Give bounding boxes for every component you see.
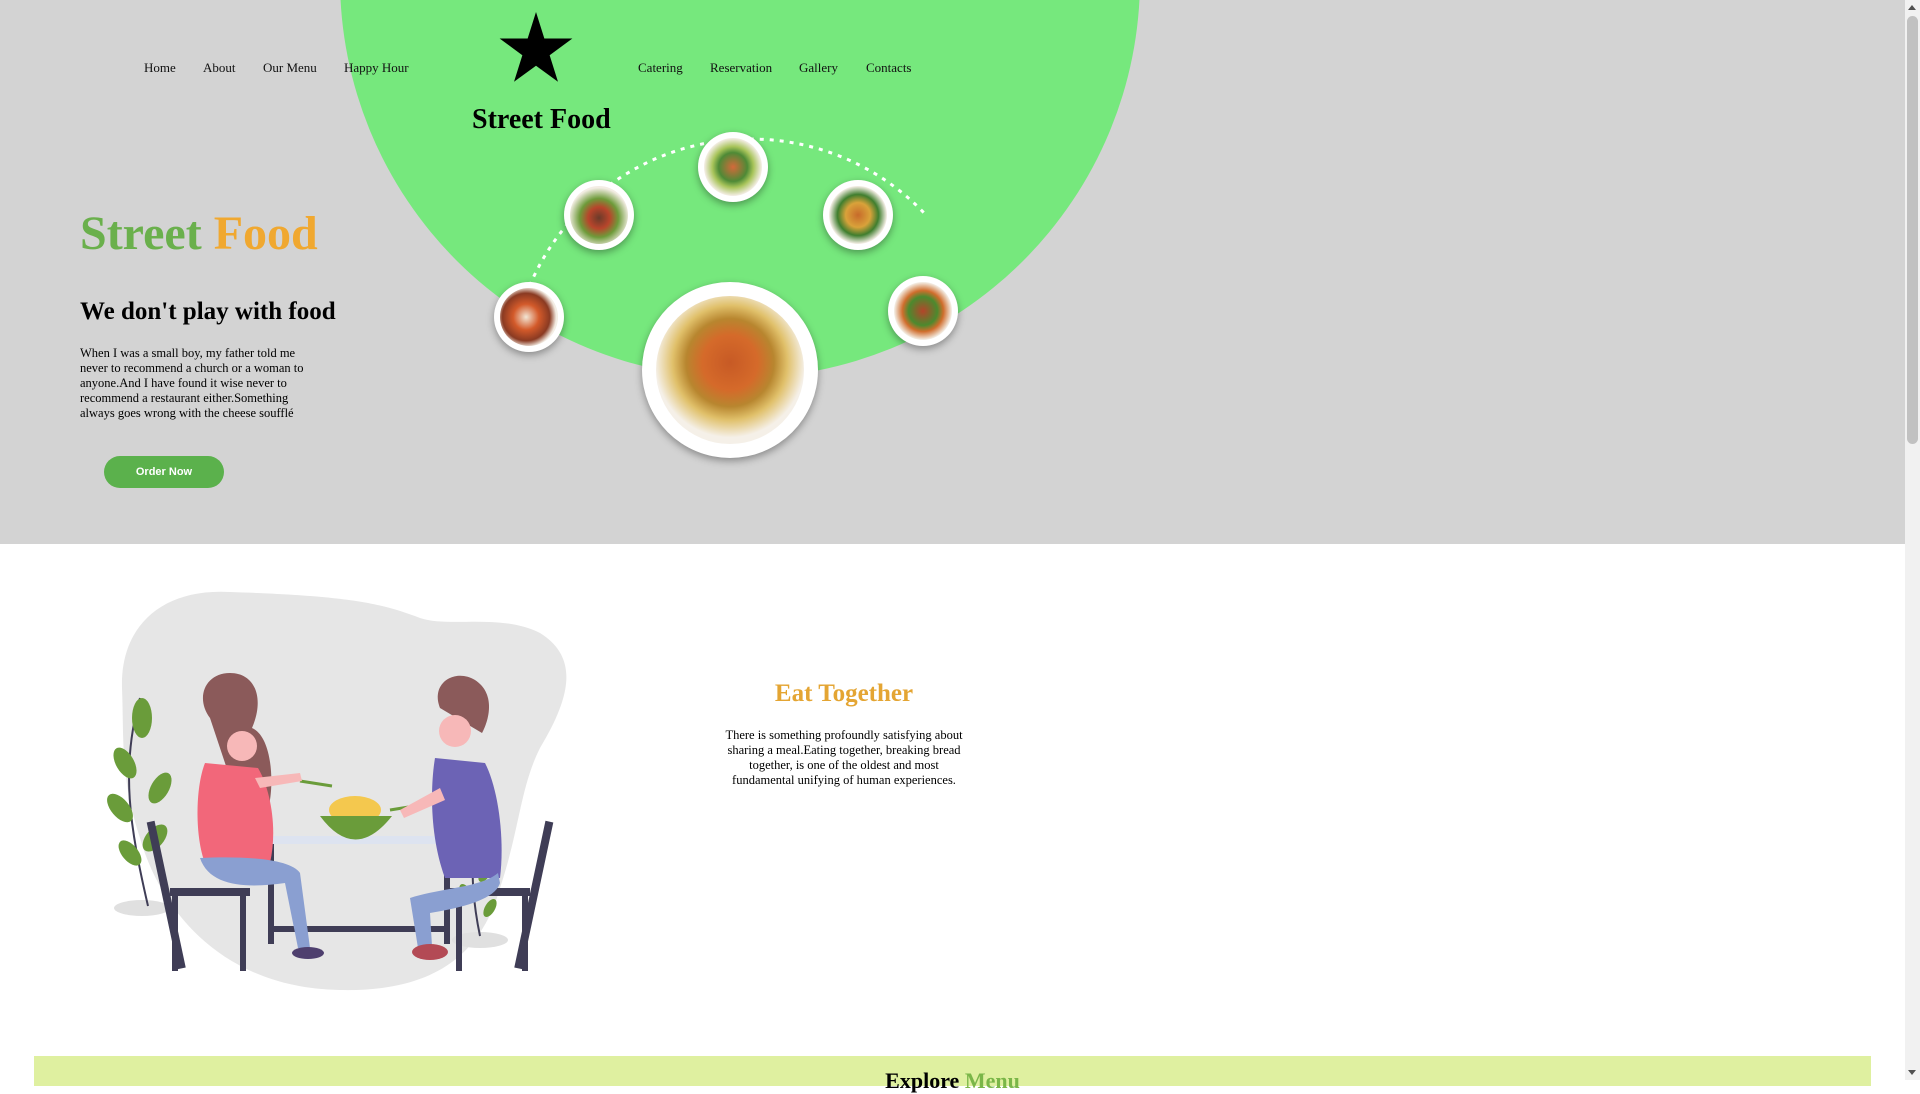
page-scrollbar[interactable] [1905,0,1920,1080]
food-plate [494,282,564,352]
nav-contacts[interactable]: Contacts [866,60,912,76]
nav-our-menu[interactable]: Our Menu [263,60,317,76]
hero-title-word1: Street [80,207,202,260]
scroll-up-arrow-icon[interactable] [1908,5,1916,10]
nav-home[interactable]: Home [144,60,176,76]
food-plate [823,180,893,250]
scrollbar-thumb[interactable] [1907,16,1918,444]
eating-together-illustration [107,591,567,991]
nav-gallery[interactable]: Gallery [799,60,838,76]
order-now-button[interactable]: Order Now [104,456,224,488]
nav-about[interactable]: About [203,60,236,76]
food-plate-main [642,282,818,458]
menu-word: Menu [964,1068,1020,1093]
hero-subtitle: We don't play with food [80,298,336,325]
eat-together-title: Eat Together [774,680,914,707]
explore-word: Explore [885,1068,960,1093]
eat-together-paragraph: There is something profoundly satisfying… [725,728,963,787]
nav-reservation[interactable]: Reservation [710,60,772,76]
nav-catering[interactable]: Catering [638,60,683,76]
hero-title: Street Food [80,206,318,261]
food-plate [564,180,634,250]
explore-menu-band: Explore Menu [34,1056,1871,1093]
food-plate [698,132,768,202]
hero-title-word2: Food [213,207,318,260]
explore-menu-title: Explore Menu [34,1068,1871,1094]
hero-section: Home About Our Menu Happy Hour Catering … [0,0,1905,544]
food-plate [888,276,958,346]
nav-happy-hour[interactable]: Happy Hour [344,60,409,76]
hero-paragraph: When I was a small boy, my father told m… [80,346,304,420]
brand-name[interactable]: Street Food [472,104,611,136]
scroll-down-arrow-icon[interactable] [1908,1070,1916,1075]
star-icon[interactable] [498,12,574,84]
